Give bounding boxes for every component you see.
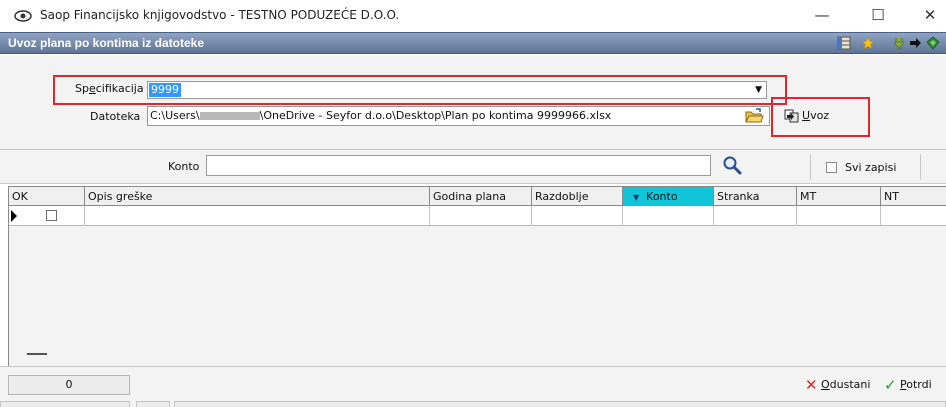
star-icon[interactable]	[861, 36, 875, 50]
column-opis-greske[interactable]: Opis greške	[85, 187, 430, 206]
minimize-button[interactable]: —	[808, 4, 836, 26]
redacted-username	[199, 112, 260, 120]
column-stranka[interactable]: Stranka	[714, 187, 797, 206]
form-title: Uvoz plana po kontima iz datoteke	[8, 36, 205, 50]
column-razdoblje[interactable]: Razdoblje	[532, 187, 623, 206]
window-titlebar: Saop Financijsko knjigovodstvo - TESTNO …	[0, 0, 946, 32]
potrdi-button[interactable]: ✓ Potrdi	[884, 375, 932, 395]
column-nt[interactable]: NT	[881, 187, 946, 206]
cell-nt[interactable]	[881, 206, 946, 225]
cell-opis-greske[interactable]	[85, 206, 430, 225]
open-folder-icon[interactable]	[744, 107, 764, 125]
form-header: Uvoz plana po kontima iz datoteke	[0, 32, 946, 54]
cell-mt[interactable]	[797, 206, 881, 225]
sort-descending-icon: ▼	[633, 193, 640, 202]
specifikacija-highlight	[53, 75, 787, 105]
konto-search-input[interactable]	[206, 155, 711, 176]
cell-konto[interactable]	[623, 206, 714, 225]
column-ok[interactable]: OK	[9, 187, 85, 206]
datoteka-label: Datoteka	[90, 110, 141, 123]
status-panel	[0, 401, 130, 407]
cell-godina-plana[interactable]	[430, 206, 532, 225]
separator	[920, 154, 921, 180]
import-parameters-panel: Specifikacija 9999 ▼ Datoteka C:\Users\ \…	[0, 55, 946, 150]
maximize-button[interactable]: ☐	[864, 4, 892, 26]
row-ok-checkbox[interactable]	[46, 210, 57, 221]
footer-bar: 0 ✕ Odustani ✓ Potrdi	[0, 366, 946, 407]
close-button[interactable]: ✕	[916, 4, 944, 26]
status-panel	[174, 401, 946, 407]
checkmark-icon: ✓	[884, 376, 897, 394]
separator	[810, 154, 811, 180]
record-count: 0	[8, 375, 130, 395]
file-path-input[interactable]: C:\Users\ \OneDrive - Seyfor d.o.o\Deskto…	[147, 106, 770, 126]
grid-header: OK Opis greške Godina plana Razdoblje ▼ …	[9, 186, 946, 206]
odustani-button[interactable]: ✕ Odustani	[805, 375, 870, 395]
plugin-icon[interactable]	[892, 36, 906, 50]
column-mt[interactable]: MT	[797, 187, 881, 206]
konto-label: Konto	[168, 160, 200, 173]
collapse-icon[interactable]	[27, 353, 47, 355]
cell-stranka[interactable]	[714, 206, 797, 225]
app-logo-icon	[14, 10, 32, 22]
errors-grid: OK Opis greške Godina plana Razdoblje ▼ …	[8, 186, 946, 366]
column-godina-plana[interactable]: Godina plana	[430, 187, 532, 206]
cancel-x-icon: ✕	[805, 376, 818, 394]
filter-bar: Konto Svi zapisi	[0, 150, 946, 184]
cell-razdoblje[interactable]	[532, 206, 623, 225]
svi-zapisi-checkbox[interactable]	[826, 162, 837, 173]
uvoz-highlight	[771, 97, 870, 137]
layout-icon[interactable]	[837, 36, 851, 50]
status-panel	[136, 401, 170, 407]
window-title: Saop Financijsko knjigovodstvo - TESTNO …	[40, 8, 400, 22]
book-icon[interactable]	[926, 36, 940, 50]
svi-zapisi-label: Svi zapisi	[845, 161, 897, 174]
arrow-right-icon[interactable]	[908, 36, 922, 50]
table-row[interactable]	[9, 206, 946, 226]
search-icon[interactable]	[722, 155, 742, 175]
column-konto[interactable]: ▼ Konto	[623, 187, 714, 206]
